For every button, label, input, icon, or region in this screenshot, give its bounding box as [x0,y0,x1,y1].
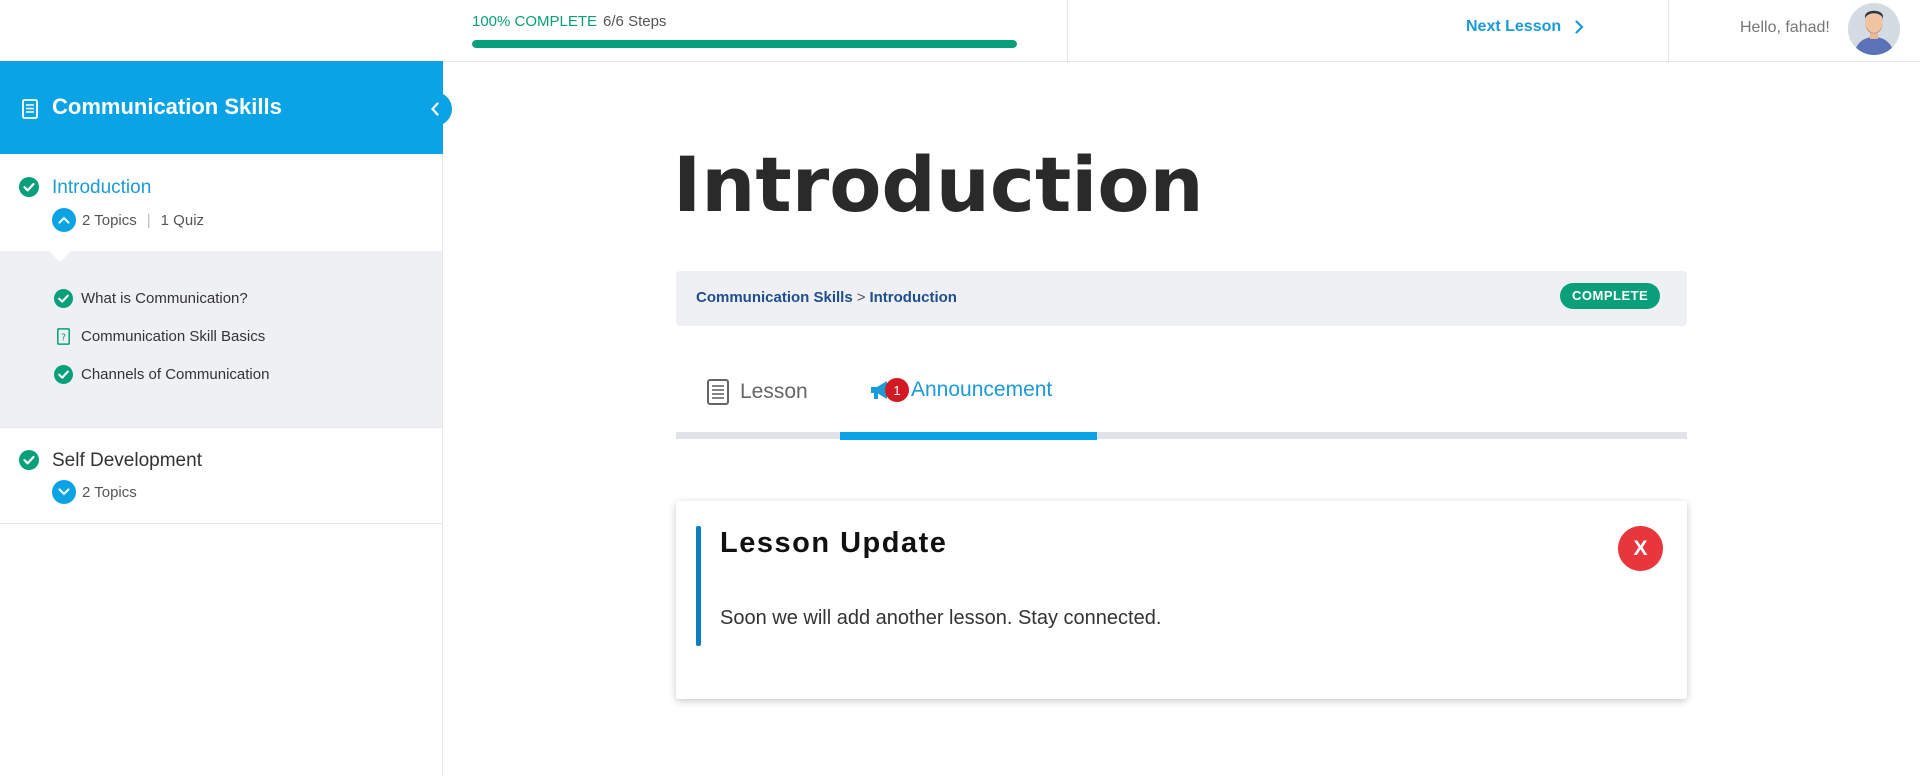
breadcrumb-separator: > [856,289,866,306]
breadcrumb-lesson-link[interactable]: Introduction [869,289,956,306]
check-circle-icon [19,177,39,197]
lesson-title[interactable]: Introduction [52,177,151,199]
progress-bar-fill [472,40,1017,48]
topic-label: Communication Skill Basics [81,328,266,345]
document-icon [707,379,729,405]
chevron-up-icon [58,216,70,224]
document-icon [22,99,38,119]
page-title: Introduction [673,140,1204,229]
meta-separator: | [146,211,151,229]
quiz-doc-icon: ? [57,328,70,345]
divider [0,523,442,524]
sidebar-item-self-development[interactable]: Self Development [52,450,202,472]
chevron-right-icon [1575,20,1584,34]
divider [0,427,442,428]
close-announcement-button[interactable]: X [1618,526,1663,571]
topic-label: What is Communication? [81,290,248,307]
check-circle-icon [54,289,73,308]
announcement-title: Lesson Update [720,527,948,559]
breadcrumb-bar: Communication Skills > Introduction COMPLE… [676,271,1687,326]
user-greeting: Hello, fahad! [1740,19,1830,36]
active-tab-indicator [840,432,1097,440]
avatar[interactable] [1848,3,1900,55]
topics-count: 2 Topics [82,483,137,501]
chevron-left-icon [431,102,439,116]
user-avatar-icon [1848,3,1900,55]
topic-item-channels-of-communication[interactable]: Channels of Communication [54,365,269,384]
svg-text:?: ? [61,332,66,343]
tab-label: Lesson [740,380,808,403]
course-progress: 100% COMPLETE 6/6 Steps [472,12,1017,48]
divider [1067,0,1068,61]
breadcrumb: Communication Skills > Introduction [696,289,957,306]
progress-percent: 100% COMPLETE [472,13,598,30]
course-sidebar: Communication Skills Introduction 2 Topi… [0,61,452,776]
collapse-sidebar-button[interactable] [418,92,452,126]
announcement-card: Lesson Update Soon we will add another l… [676,501,1687,699]
next-lesson-label: Next Lesson [1466,18,1562,35]
announcement-body: Soon we will add another lesson. Stay co… [720,607,1162,629]
check-circle-icon [54,365,73,384]
topics-list: What is Communication? ? Communication S… [0,250,442,427]
tab-announcement[interactable]: 1 Announcement [869,378,1052,402]
panel-notch [48,250,72,262]
lesson-meta: 2 Topics [52,480,137,504]
notification-badge: 1 [885,378,909,402]
topic-item-what-is-communication[interactable]: What is Communication? [54,289,248,308]
tab-lesson[interactable]: Lesson [706,378,808,406]
content-tabs: Lesson 1 Announcement [676,370,1687,441]
divider [1668,0,1669,61]
expand-topics-button[interactable] [52,480,76,504]
tab-label: Announcement [911,378,1053,401]
topics-count: 2 Topics [82,211,137,229]
quiz-item-communication-skill-basics[interactable]: ? Communication Skill Basics [54,327,265,346]
lesson-meta: 2 Topics | 1 Quiz [52,208,204,232]
tab-track [676,432,1687,439]
breadcrumb-course-link[interactable]: Communication Skills [696,289,853,306]
collapse-topics-button[interactable] [52,208,76,232]
next-lesson-button[interactable]: Next Lesson [1466,18,1584,36]
sidebar-header: Communication Skills [0,61,452,154]
card-accent-bar [696,526,701,646]
topic-label: Channels of Communication [81,366,270,383]
course-title[interactable]: Communication Skills [52,94,282,120]
status-badge: COMPLETE [1560,283,1661,309]
chevron-down-icon [58,488,70,496]
top-bar: 100% COMPLETE 6/6 Steps Next Lesson Hello… [0,0,1920,62]
progress-bar [472,40,1017,48]
sidebar-item-introduction[interactable] [0,154,442,250]
check-circle-icon [19,450,39,470]
quiz-count: 1 Quiz [160,211,205,229]
progress-steps: 6/6 Steps [603,13,667,30]
